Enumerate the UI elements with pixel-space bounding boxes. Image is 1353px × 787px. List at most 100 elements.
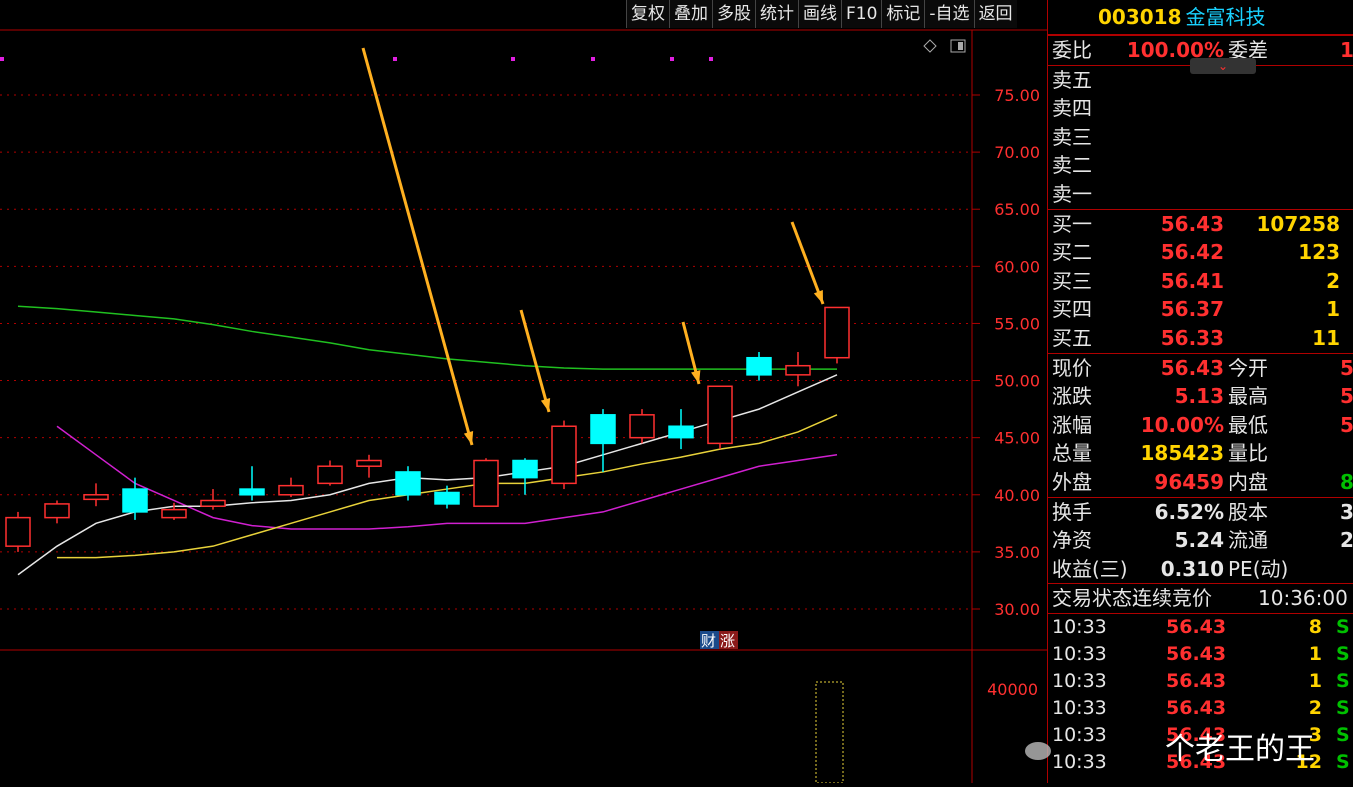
tick-time: 10:33 [1052, 642, 1107, 665]
cai-badge[interactable]: 财 [701, 632, 716, 650]
draw-line-button[interactable]: 画线 [798, 0, 841, 28]
mark-button[interactable]: 标记 [881, 0, 925, 28]
zhang-badge[interactable]: 涨 [720, 632, 735, 650]
tick-row: 10:33 56.43 1 S [1048, 641, 1353, 668]
tick-volume: 2 [1308, 696, 1322, 719]
ask-row[interactable]: 卖一 [1048, 180, 1353, 209]
kline-chart[interactable]: 75.00 70.00 65.00 60.00 55.00 50.00 45.00 40.00… [0, 0, 1047, 784]
chart-svg[interactable]: 75.00 70.00 65.00 60.00 55.00 50.00 45.00 40.00… [0, 0, 1047, 784]
bid-row[interactable]: 买一 56.43 107258 [1048, 210, 1353, 239]
candle [395, 466, 421, 501]
ask-label: 卖五 [1052, 67, 1092, 92]
bid-label: 买四 [1052, 297, 1092, 322]
event-marker [393, 57, 397, 61]
bid-volume: 123 [1298, 240, 1340, 265]
ask-row[interactable]: 卖四 [1048, 94, 1353, 123]
quote-value: 56.43 [1160, 355, 1224, 380]
tick-row: 10:33 56.43 8 S [1048, 614, 1353, 641]
candle [278, 477, 304, 498]
bid-price: 56.33 [1160, 325, 1224, 350]
price-tick-label: 55.00 [994, 314, 1040, 333]
candle [785, 352, 811, 387]
price-tick-label: 40.00 [994, 486, 1040, 505]
stock-header: 003018 金富科技 [1048, 0, 1353, 35]
quote-label: 现价 [1052, 355, 1092, 380]
ask-label: 卖二 [1052, 153, 1092, 178]
candle-body-down [512, 459, 538, 479]
tick-price: 56.43 [1166, 615, 1227, 638]
candle-body-down [590, 414, 616, 445]
candle [44, 500, 70, 524]
quote-value: 96459 [1154, 469, 1224, 494]
tick-time: 10:33 [1052, 696, 1107, 719]
ask-row[interactable]: 卖三 [1048, 123, 1353, 152]
multi-stock-button[interactable]: 多股 [712, 0, 755, 28]
candle-body-up [356, 459, 382, 467]
fund-row: 换手 6.52%股本 3. [1048, 498, 1353, 527]
candle-body-up [278, 484, 304, 496]
ask-label: 卖四 [1052, 96, 1092, 121]
price-axis: 75.00 70.00 65.00 60.00 55.00 50.00 45.00 40.00… [972, 86, 1040, 619]
annotation-arrow [361, 47, 474, 446]
event-marker [511, 57, 515, 61]
ask-book: 卖五 卖四 卖三 卖二 卖一 [1048, 64, 1353, 209]
trade-status-value: 连续竞价 [1132, 586, 1212, 611]
f10-button[interactable]: F10 [841, 0, 882, 28]
bid-volume: 2 [1326, 268, 1340, 293]
bid-price: 56.43 [1160, 211, 1224, 236]
fundamental-block: 换手 6.52%股本 3. 净资 5.24流通 2.8 收益(三) 0.310PE(动) [1048, 496, 1353, 584]
overlay-button[interactable]: 叠加 [669, 0, 712, 28]
watermark-text: 个老王的王 [1165, 732, 1315, 767]
quote-value: 5 [1340, 384, 1353, 409]
remove-watchlist-button[interactable]: -自选 [924, 0, 974, 28]
stock-code: 003018 [1098, 5, 1182, 29]
tick-price: 56.43 [1166, 696, 1227, 719]
price-tick-label: 65.00 [994, 200, 1040, 219]
candle-body-up [44, 503, 70, 519]
quote-panel: 003018金富科技 委比 100.00% 委差 10 ⌄ 卖五 卖四 卖三 卖… [1047, 0, 1353, 783]
bid-row[interactable]: 买四 56.37 1 [1048, 295, 1353, 324]
ask-row[interactable]: 卖五 [1048, 66, 1353, 95]
quote-label: 外盘 [1052, 469, 1092, 494]
back-button[interactable]: 返回 [973, 0, 1017, 28]
candle [551, 420, 577, 490]
tick-volume: 1 [1308, 669, 1322, 692]
stock-name: 金富科技 [1185, 5, 1266, 29]
volume-tick: 40000 [987, 680, 1038, 699]
candle-body-down [395, 471, 421, 496]
restore-rights-button[interactable]: 复权 [626, 0, 669, 28]
ask-row[interactable]: 卖二 [1048, 151, 1353, 180]
candle [161, 502, 187, 520]
arrow-shaft [361, 47, 474, 446]
tick-time: 10:33 [1052, 615, 1107, 638]
candle [512, 458, 538, 495]
fund-label: 净资 [1052, 528, 1092, 553]
fund-value: 2.8 [1340, 528, 1353, 553]
event-markers [0, 57, 713, 61]
candle [239, 466, 265, 501]
annotation-arrow [790, 221, 825, 305]
panel-toggle-icon-fill [958, 42, 963, 50]
volume-bar [815, 681, 844, 784]
price-tick-label: 70.00 [994, 143, 1040, 162]
candle-body-down [746, 356, 772, 376]
arrow-shaft [519, 309, 551, 413]
bid-row[interactable]: 买三 56.41 2 [1048, 267, 1353, 296]
candle-body-up [629, 414, 655, 439]
candle-body-up [5, 516, 31, 547]
candle-body-up [83, 494, 109, 501]
candle-body-up [473, 459, 499, 507]
trade-status-time: 10:36:00 [1258, 586, 1348, 611]
bid-label: 买五 [1052, 325, 1092, 350]
bid-row[interactable]: 买五 56.33 11 [1048, 324, 1353, 353]
statistics-button[interactable]: 统计 [755, 0, 798, 28]
quote-value: 5.13 [1174, 384, 1224, 409]
bid-row[interactable]: 买二 56.42 123 [1048, 238, 1353, 267]
fund-label: 流通 [1228, 528, 1268, 553]
candles [5, 306, 850, 552]
candle-body-down [434, 491, 460, 505]
candle [473, 458, 499, 507]
candle-body-up [824, 306, 850, 359]
diamond-icon[interactable] [923, 39, 937, 53]
arrow-head [463, 431, 474, 445]
